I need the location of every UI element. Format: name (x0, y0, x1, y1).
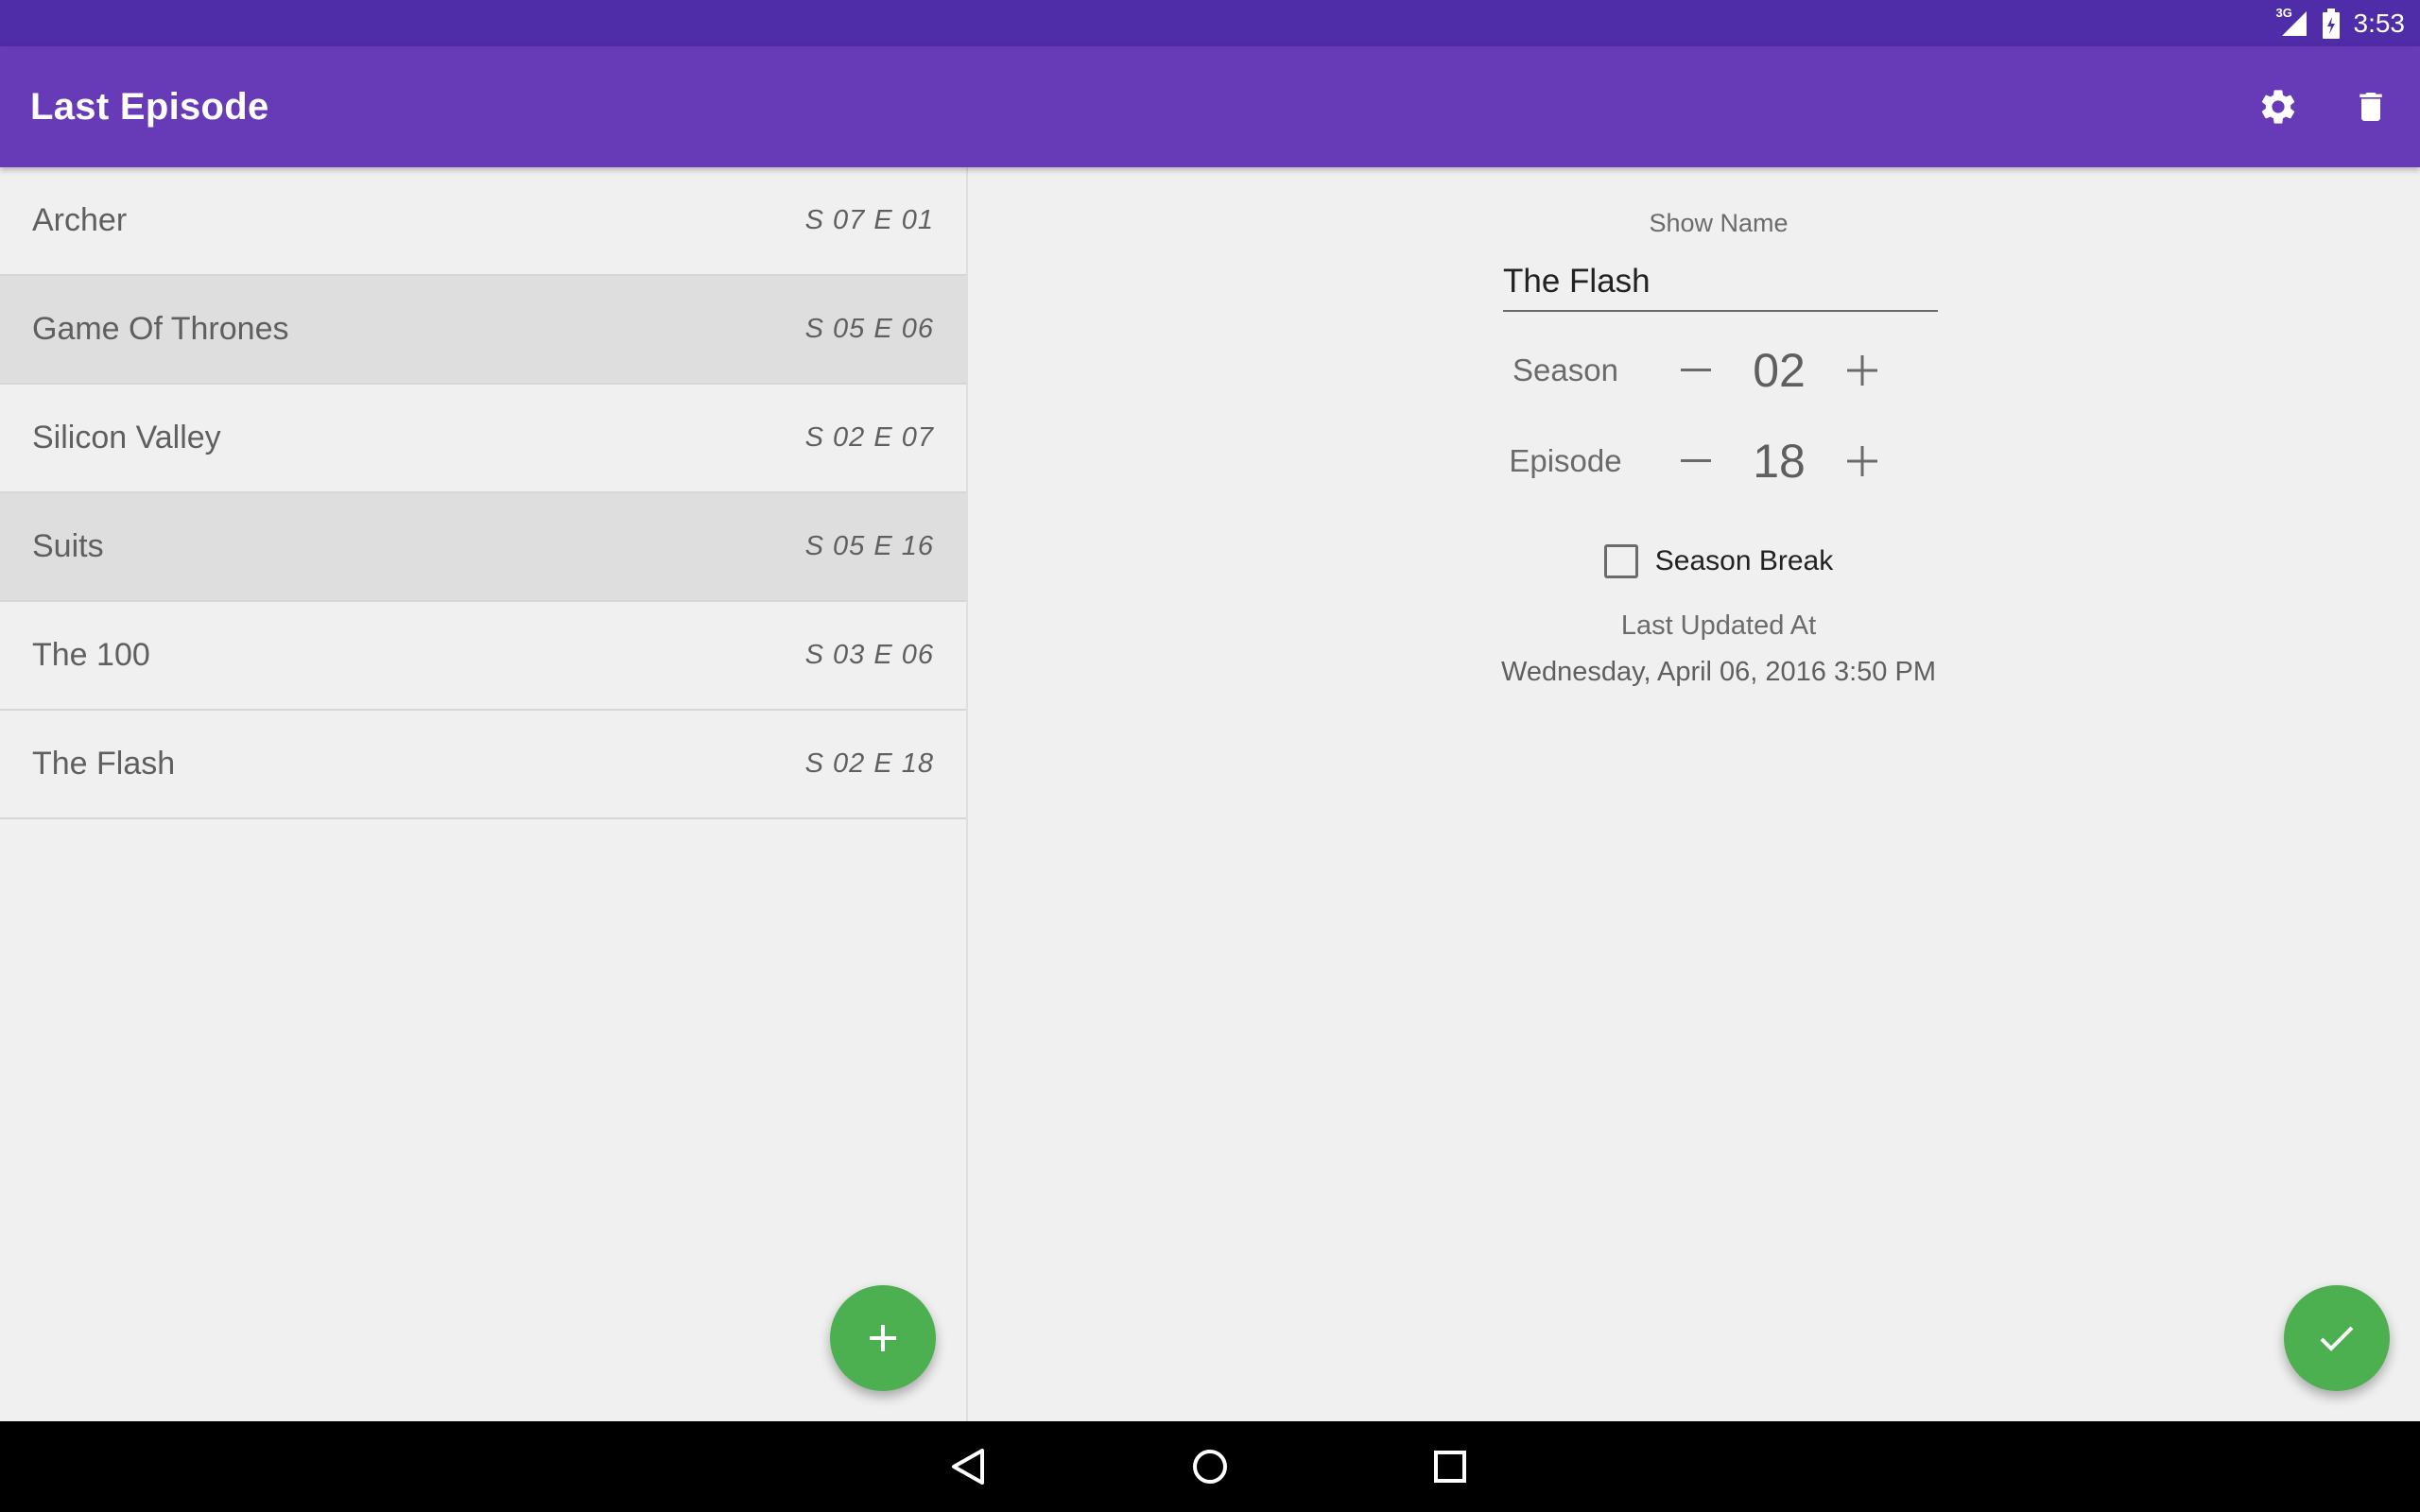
show-episode: S 07 E 01 (804, 205, 934, 235)
episode-value: 18 (1753, 435, 1806, 488)
list-item[interactable]: Silicon Valley S 02 E 07 (0, 385, 966, 493)
check-icon (2320, 1326, 2354, 1351)
show-name: Silicon Valley (32, 420, 221, 455)
minus-icon (1681, 459, 1711, 462)
show-name: Game Of Thrones (32, 311, 289, 347)
gear-icon (2261, 90, 2295, 124)
show-episode: S 05 E 16 (804, 531, 934, 561)
show-episode: S 03 E 06 (804, 640, 934, 670)
show-name: The Flash (32, 746, 176, 782)
show-name: Suits (32, 528, 104, 564)
season-stepper: Season 02 (1475, 325, 1962, 416)
delete-button[interactable] (2348, 84, 2394, 129)
minus-icon (1681, 369, 1711, 371)
trash-icon (2360, 93, 2382, 121)
app-title: Last Episode (30, 86, 269, 128)
clock: 3:53 (2353, 8, 2406, 38)
plus-icon (870, 1325, 896, 1351)
network-type: 3G (2275, 5, 2292, 20)
list-item[interactable]: The Flash S 02 E 18 (0, 711, 966, 819)
settings-button[interactable] (2256, 84, 2301, 129)
show-name-input[interactable] (1503, 255, 1938, 312)
detail-pane: Show Name Season 02 Episode 18 (968, 167, 2420, 1421)
back-button[interactable] (923, 1421, 1013, 1512)
season-break-row: Season Break (1475, 544, 1962, 578)
season-value: 02 (1753, 344, 1806, 397)
list-item[interactable]: Game Of Thrones S 05 E 06 (0, 276, 966, 385)
plus-icon (1847, 446, 1877, 476)
app-actions (2256, 46, 2394, 167)
back-icon (952, 1449, 984, 1485)
episode-increment-button[interactable] (1823, 421, 1902, 501)
last-updated-label: Last Updated At (1620, 610, 1817, 641)
show-list: Archer S 07 E 01 Game Of Thrones S 05 E … (0, 167, 968, 1421)
list-item[interactable]: Suits S 05 E 16 (0, 493, 966, 602)
status-bar: 3G 3:53 (0, 0, 2420, 46)
detail-form: Show Name Season 02 Episode 18 (1475, 167, 1962, 688)
show-episode: S 02 E 07 (804, 422, 934, 453)
episode-decrement-button[interactable] (1656, 421, 1736, 501)
save-button[interactable] (2284, 1285, 2390, 1391)
plus-icon (1847, 355, 1877, 386)
episode-label: Episode (1509, 443, 1622, 478)
season-decrement-button[interactable] (1656, 331, 1736, 410)
season-label: Season (1512, 352, 1618, 387)
status-icons: 3G 3:53 (2275, 0, 2406, 46)
show-name-label: Show Name (1649, 209, 1789, 237)
show-episode: S 05 E 06 (804, 314, 934, 344)
season-break-checkbox[interactable] (1603, 544, 1638, 578)
last-updated-value: Wednesday, April 06, 2016 3:50 PM (1501, 657, 1936, 687)
list-item[interactable]: The 100 S 03 E 06 (0, 602, 966, 711)
recents-icon (1434, 1451, 1466, 1483)
signal-icon: 3G (2275, 5, 2308, 38)
battery-icon (2322, 8, 2341, 39)
add-show-button[interactable] (830, 1285, 936, 1391)
season-increment-button[interactable] (1823, 331, 1902, 410)
navigation-bar (0, 1421, 2420, 1512)
home-button[interactable] (1165, 1421, 1255, 1512)
recents-button[interactable] (1405, 1421, 1495, 1512)
home-icon (1193, 1450, 1227, 1484)
app-bar: Last Episode (0, 46, 2420, 167)
episode-stepper: Episode 18 (1475, 416, 1962, 507)
show-episode: S 02 E 18 (804, 748, 934, 779)
list-item[interactable]: Archer S 07 E 01 (0, 167, 966, 276)
season-break-label: Season Break (1654, 545, 1834, 576)
show-name: Archer (32, 202, 128, 238)
show-name: The 100 (32, 637, 150, 673)
